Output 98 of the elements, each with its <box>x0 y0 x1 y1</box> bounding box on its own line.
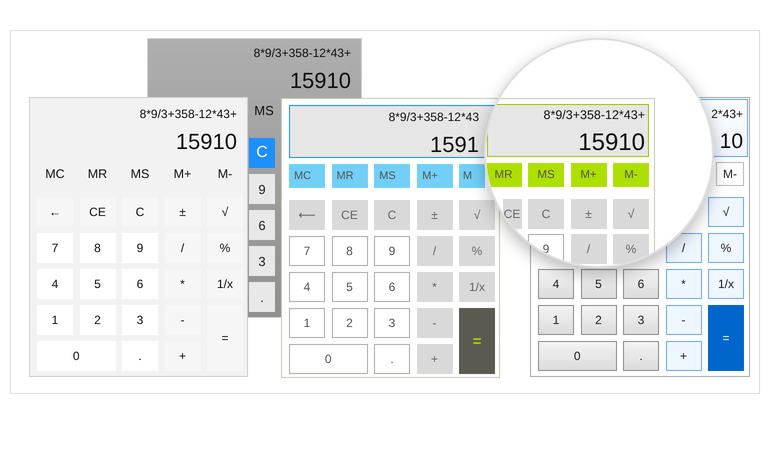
calculator-key[interactable]: / <box>570 234 606 264</box>
calculator-key[interactable]: √ <box>207 197 243 227</box>
calculator-key[interactable]: + <box>666 341 702 371</box>
memory-button[interactable]: M+ <box>570 163 606 187</box>
calculator-key[interactable]: 1/x <box>459 272 495 302</box>
memory-button[interactable]: MR <box>80 162 116 186</box>
calculator-key[interactable]: - <box>416 308 452 338</box>
calculator-key[interactable]: 3 <box>122 305 158 335</box>
calculator-key[interactable]: 1 <box>289 308 325 338</box>
calculator-key[interactable]: 8 <box>332 236 368 266</box>
calculator-key[interactable]: ← <box>37 197 73 227</box>
calculator-key[interactable]: = <box>459 308 495 374</box>
calculator-key[interactable]: * <box>416 272 452 302</box>
calculator-key[interactable]: - <box>164 305 200 335</box>
result-text: 15910 <box>176 128 237 156</box>
memory-button[interactable]: MR <box>486 163 522 187</box>
calculator-key[interactable]: . <box>249 282 275 312</box>
calculator-key[interactable]: 0 <box>37 341 116 371</box>
calculator-key[interactable]: CE <box>80 197 116 227</box>
result-text: 15910 <box>578 129 645 157</box>
calculator-key[interactable]: 4 <box>37 269 73 299</box>
calculator-key[interactable]: ± <box>164 197 200 227</box>
calculator-key[interactable]: 4 <box>538 269 574 299</box>
calculator-key[interactable]: 3 <box>249 246 275 276</box>
calculator-key[interactable]: 7 <box>37 233 73 263</box>
calculator-key[interactable]: 6 <box>249 210 275 240</box>
calculator-key[interactable]: 2 <box>580 305 616 335</box>
calculator-key[interactable]: - <box>666 305 702 335</box>
calculator-key[interactable]: 9 <box>122 233 158 263</box>
calculator-key[interactable]: C <box>528 199 564 229</box>
memory-button[interactable]: MS <box>249 95 279 126</box>
calculator-key[interactable]: 3 <box>374 308 410 338</box>
calculator-key[interactable]: √ <box>613 199 649 229</box>
calculator-key[interactable]: . <box>623 341 659 371</box>
memory-button[interactable]: M+ <box>416 164 452 188</box>
expression-text: 8*9/3+358-12*43+ <box>254 46 351 61</box>
memory-button[interactable]: M- <box>613 163 649 187</box>
calculator-key[interactable]: . <box>374 344 410 374</box>
calculator-key[interactable]: = <box>708 305 744 371</box>
result-text: 1591 <box>430 131 479 159</box>
calculator-key[interactable]: 1 <box>538 305 574 335</box>
memory-button[interactable]: MC <box>37 162 73 186</box>
calculator-key[interactable]: . <box>122 341 158 371</box>
result-text: 15910 <box>290 67 351 95</box>
calculator-key[interactable]: 3 <box>623 305 659 335</box>
expression-text: 8*9/3+358-12*43+ <box>140 107 237 122</box>
memory-button[interactable]: MC <box>289 164 325 188</box>
memory-button[interactable]: M- <box>716 162 744 186</box>
calculator-key[interactable]: + <box>164 341 200 371</box>
calculator-key[interactable]: * <box>666 269 702 299</box>
calculator-key[interactable]: √ <box>459 200 495 230</box>
calculator-key[interactable]: 8 <box>80 233 116 263</box>
calculator-key[interactable]: 4 <box>289 272 325 302</box>
calculator-key[interactable]: ± <box>416 200 452 230</box>
calculator-key[interactable]: / <box>416 236 452 266</box>
expression-text: 8*9/3+358-12*43+ <box>544 108 645 123</box>
memory-button[interactable]: MR <box>332 164 368 188</box>
calculator-key[interactable]: % <box>708 233 744 263</box>
calculator-key[interactable]: 0 <box>289 344 368 374</box>
calculator-key[interactable]: * <box>164 269 200 299</box>
calculator-key[interactable]: 5 <box>80 269 116 299</box>
calculator-key[interactable]: / <box>666 233 702 263</box>
memory-button[interactable]: MS <box>122 162 158 186</box>
calculator-key[interactable]: % <box>613 234 649 264</box>
calculator-key[interactable]: + <box>416 344 452 374</box>
calculator-key[interactable]: 6 <box>374 272 410 302</box>
expression-text: 2*43+ <box>711 107 743 122</box>
calculator-key[interactable]: √ <box>708 197 744 227</box>
calculator-key[interactable]: 1/x <box>708 269 744 299</box>
calculator-key[interactable]: 1/x <box>207 269 243 299</box>
calculator-key[interactable]: 0 <box>538 341 616 371</box>
calculator-key[interactable]: 5 <box>332 272 368 302</box>
calculator-key[interactable]: 1 <box>37 305 73 335</box>
calculator-key[interactable]: = <box>207 305 243 371</box>
calculator-key[interactable]: 9 <box>249 174 275 204</box>
calculator-key[interactable]: CE <box>332 200 368 230</box>
calculator-key[interactable]: C <box>122 197 158 227</box>
calculator-key[interactable]: 5 <box>580 269 616 299</box>
calculator-key[interactable]: / <box>164 233 200 263</box>
calculator-key[interactable]: C <box>374 200 410 230</box>
memory-button[interactable]: M- <box>207 162 243 186</box>
memory-button[interactable]: MS <box>528 163 564 187</box>
calculator-key[interactable]: % <box>207 233 243 263</box>
calculator-key[interactable]: 6 <box>122 269 158 299</box>
calculator-key[interactable]: ⟵ <box>289 200 325 230</box>
calculator-key[interactable]: 6 <box>623 269 659 299</box>
calculator-key[interactable]: 7 <box>289 236 325 266</box>
memory-button[interactable]: M+ <box>164 162 200 186</box>
calculator-key[interactable]: ± <box>570 199 606 229</box>
memory-button[interactable]: MS <box>374 164 410 188</box>
calculator-key[interactable]: 2 <box>332 308 368 338</box>
calculator-key[interactable]: CE <box>502 199 522 229</box>
calculator-key[interactable]: 9 <box>374 236 410 266</box>
result-text: 10 <box>720 129 743 155</box>
calculator-key[interactable]: 2 <box>80 305 116 335</box>
memory-button[interactable]: M <box>459 164 485 188</box>
expression-text: 8*9/3+358-12*43 <box>388 110 479 125</box>
calculator-key[interactable]: % <box>459 236 495 266</box>
